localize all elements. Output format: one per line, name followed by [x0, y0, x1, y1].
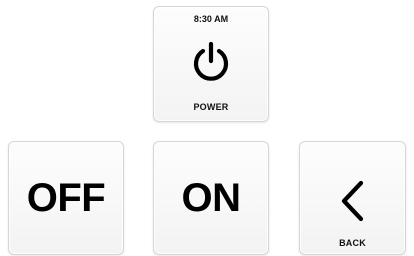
back-label: BACK	[339, 238, 366, 248]
power-button[interactable]: 8:30 AM POWER	[153, 6, 269, 122]
remote-panel: 8:30 AM POWER OFF ON BACK	[0, 0, 414, 256]
on-label: ON	[181, 175, 242, 220]
back-button[interactable]: BACK	[299, 141, 406, 255]
off-button[interactable]: OFF	[8, 141, 124, 255]
time-display: 8:30 AM	[193, 14, 229, 24]
off-label: OFF	[26, 175, 106, 220]
power-label: POWER	[193, 102, 229, 112]
on-button[interactable]: ON	[153, 141, 269, 255]
power-icon	[193, 41, 229, 81]
chevron-left-icon	[341, 180, 364, 222]
